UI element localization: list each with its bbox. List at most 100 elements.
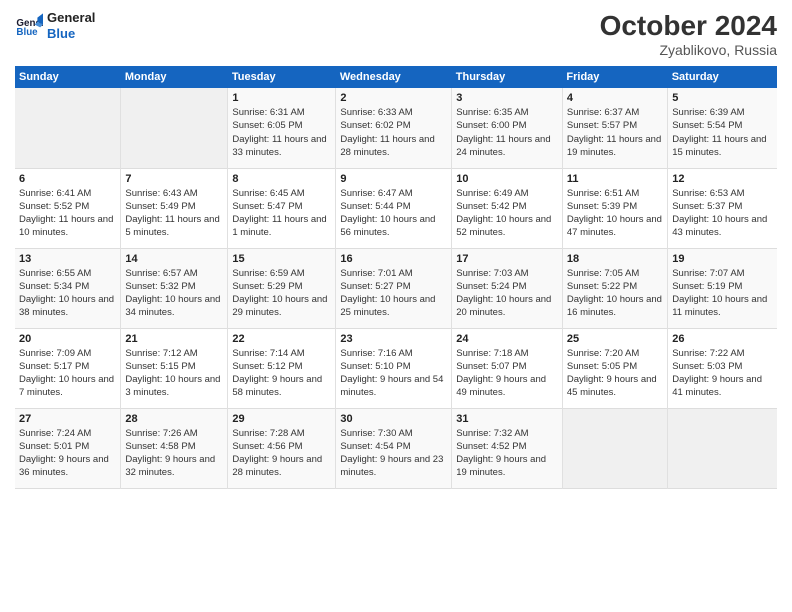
sunset-info: Sunset: 5:12 PM xyxy=(232,360,331,373)
day-info: Sunrise: 6:31 AM Sunset: 6:05 PM Dayligh… xyxy=(232,106,331,159)
calendar-cell: 12 Sunrise: 6:53 AM Sunset: 5:37 PM Dayl… xyxy=(668,168,777,248)
sunrise-info: Sunrise: 7:28 AM xyxy=(232,427,331,440)
day-info: Sunrise: 6:59 AM Sunset: 5:29 PM Dayligh… xyxy=(232,267,331,320)
calendar-cell: 14 Sunrise: 6:57 AM Sunset: 5:32 PM Dayl… xyxy=(121,248,228,328)
day-info: Sunrise: 6:55 AM Sunset: 5:34 PM Dayligh… xyxy=(19,267,116,320)
day-info: Sunrise: 6:35 AM Sunset: 6:00 PM Dayligh… xyxy=(456,106,558,159)
sunrise-info: Sunrise: 6:47 AM xyxy=(340,187,447,200)
day-info: Sunrise: 7:12 AM Sunset: 5:15 PM Dayligh… xyxy=(125,347,223,400)
calendar-cell: 21 Sunrise: 7:12 AM Sunset: 5:15 PM Dayl… xyxy=(121,328,228,408)
calendar-cell: 28 Sunrise: 7:26 AM Sunset: 4:58 PM Dayl… xyxy=(121,408,228,488)
day-info: Sunrise: 7:28 AM Sunset: 4:56 PM Dayligh… xyxy=(232,427,331,480)
sunrise-info: Sunrise: 7:01 AM xyxy=(340,267,447,280)
daylight-info: Daylight: 11 hours and 28 minutes. xyxy=(340,133,447,160)
sunrise-info: Sunrise: 6:51 AM xyxy=(567,187,663,200)
daylight-info: Daylight: 10 hours and 38 minutes. xyxy=(19,293,116,320)
day-info: Sunrise: 6:49 AM Sunset: 5:42 PM Dayligh… xyxy=(456,187,558,240)
sunrise-info: Sunrise: 7:22 AM xyxy=(672,347,773,360)
sunrise-info: Sunrise: 7:32 AM xyxy=(456,427,558,440)
calendar-cell: 2 Sunrise: 6:33 AM Sunset: 6:02 PM Dayli… xyxy=(336,88,452,168)
calendar-cell: 15 Sunrise: 6:59 AM Sunset: 5:29 PM Dayl… xyxy=(228,248,336,328)
day-info: Sunrise: 7:16 AM Sunset: 5:10 PM Dayligh… xyxy=(340,347,447,400)
daylight-info: Daylight: 10 hours and 34 minutes. xyxy=(125,293,223,320)
calendar-cell: 29 Sunrise: 7:28 AM Sunset: 4:56 PM Dayl… xyxy=(228,408,336,488)
daylight-info: Daylight: 10 hours and 7 minutes. xyxy=(19,373,116,400)
weekday-header: Wednesday xyxy=(336,66,452,88)
sunset-info: Sunset: 5:17 PM xyxy=(19,360,116,373)
daylight-info: Daylight: 10 hours and 11 minutes. xyxy=(672,293,773,320)
sunset-info: Sunset: 5:44 PM xyxy=(340,200,447,213)
day-info: Sunrise: 7:22 AM Sunset: 5:03 PM Dayligh… xyxy=(672,347,773,400)
sunrise-info: Sunrise: 6:37 AM xyxy=(567,106,663,119)
weekday-header: Monday xyxy=(121,66,228,88)
day-number: 20 xyxy=(19,333,116,345)
day-number: 14 xyxy=(125,253,223,265)
sunrise-info: Sunrise: 7:18 AM xyxy=(456,347,558,360)
day-info: Sunrise: 7:18 AM Sunset: 5:07 PM Dayligh… xyxy=(456,347,558,400)
calendar-cell: 3 Sunrise: 6:35 AM Sunset: 6:00 PM Dayli… xyxy=(452,88,563,168)
sunset-info: Sunset: 5:10 PM xyxy=(340,360,447,373)
calendar-cell: 23 Sunrise: 7:16 AM Sunset: 5:10 PM Dayl… xyxy=(336,328,452,408)
sunset-info: Sunset: 5:07 PM xyxy=(456,360,558,373)
weekday-header: Tuesday xyxy=(228,66,336,88)
sunrise-info: Sunrise: 7:05 AM xyxy=(567,267,663,280)
day-number: 24 xyxy=(456,333,558,345)
day-number: 17 xyxy=(456,253,558,265)
calendar-cell: 31 Sunrise: 7:32 AM Sunset: 4:52 PM Dayl… xyxy=(452,408,563,488)
sunset-info: Sunset: 5:01 PM xyxy=(19,440,116,453)
day-info: Sunrise: 6:47 AM Sunset: 5:44 PM Dayligh… xyxy=(340,187,447,240)
day-info: Sunrise: 6:39 AM Sunset: 5:54 PM Dayligh… xyxy=(672,106,773,159)
logo-line2: Blue xyxy=(47,26,95,42)
day-info: Sunrise: 6:37 AM Sunset: 5:57 PM Dayligh… xyxy=(567,106,663,159)
sunset-info: Sunset: 5:19 PM xyxy=(672,280,773,293)
day-info: Sunrise: 6:41 AM Sunset: 5:52 PM Dayligh… xyxy=(19,187,116,240)
month-title: October 2024 xyxy=(600,10,777,42)
sunset-info: Sunset: 5:05 PM xyxy=(567,360,663,373)
sunset-info: Sunset: 4:56 PM xyxy=(232,440,331,453)
daylight-info: Daylight: 11 hours and 33 minutes. xyxy=(232,133,331,160)
day-info: Sunrise: 7:26 AM Sunset: 4:58 PM Dayligh… xyxy=(125,427,223,480)
calendar-cell: 25 Sunrise: 7:20 AM Sunset: 5:05 PM Dayl… xyxy=(562,328,667,408)
day-number: 16 xyxy=(340,253,447,265)
daylight-info: Daylight: 11 hours and 24 minutes. xyxy=(456,133,558,160)
sunset-info: Sunset: 5:52 PM xyxy=(19,200,116,213)
header-row: SundayMondayTuesdayWednesdayThursdayFrid… xyxy=(15,66,777,88)
day-info: Sunrise: 6:53 AM Sunset: 5:37 PM Dayligh… xyxy=(672,187,773,240)
sunset-info: Sunset: 5:03 PM xyxy=(672,360,773,373)
sunrise-info: Sunrise: 6:39 AM xyxy=(672,106,773,119)
calendar-cell: 30 Sunrise: 7:30 AM Sunset: 4:54 PM Dayl… xyxy=(336,408,452,488)
sunrise-info: Sunrise: 6:35 AM xyxy=(456,106,558,119)
sunrise-info: Sunrise: 6:53 AM xyxy=(672,187,773,200)
day-number: 8 xyxy=(232,173,331,185)
sunset-info: Sunset: 5:39 PM xyxy=(567,200,663,213)
day-number: 7 xyxy=(125,173,223,185)
weekday-header: Friday xyxy=(562,66,667,88)
calendar-cell: 9 Sunrise: 6:47 AM Sunset: 5:44 PM Dayli… xyxy=(336,168,452,248)
sunrise-info: Sunrise: 7:12 AM xyxy=(125,347,223,360)
sunrise-info: Sunrise: 7:24 AM xyxy=(19,427,116,440)
day-number: 21 xyxy=(125,333,223,345)
day-number: 9 xyxy=(340,173,447,185)
day-info: Sunrise: 7:03 AM Sunset: 5:24 PM Dayligh… xyxy=(456,267,558,320)
daylight-info: Daylight: 11 hours and 1 minute. xyxy=(232,213,331,240)
weekday-header: Sunday xyxy=(15,66,121,88)
calendar-cell: 1 Sunrise: 6:31 AM Sunset: 6:05 PM Dayli… xyxy=(228,88,336,168)
daylight-info: Daylight: 9 hours and 32 minutes. xyxy=(125,453,223,480)
sunset-info: Sunset: 5:32 PM xyxy=(125,280,223,293)
daylight-info: Daylight: 11 hours and 15 minutes. xyxy=(672,133,773,160)
daylight-info: Daylight: 9 hours and 49 minutes. xyxy=(456,373,558,400)
day-number: 12 xyxy=(672,173,773,185)
calendar-cell: 27 Sunrise: 7:24 AM Sunset: 5:01 PM Dayl… xyxy=(15,408,121,488)
daylight-info: Daylight: 10 hours and 29 minutes. xyxy=(232,293,331,320)
day-info: Sunrise: 6:33 AM Sunset: 6:02 PM Dayligh… xyxy=(340,106,447,159)
day-number: 19 xyxy=(672,253,773,265)
daylight-info: Daylight: 9 hours and 41 minutes. xyxy=(672,373,773,400)
sunrise-info: Sunrise: 6:57 AM xyxy=(125,267,223,280)
page-container: General Blue General Blue October 2024 Z… xyxy=(0,0,792,499)
svg-text:Blue: Blue xyxy=(16,27,38,38)
sunset-info: Sunset: 6:00 PM xyxy=(456,119,558,132)
day-info: Sunrise: 7:20 AM Sunset: 5:05 PM Dayligh… xyxy=(567,347,663,400)
calendar-header: SundayMondayTuesdayWednesdayThursdayFrid… xyxy=(15,66,777,88)
sunrise-info: Sunrise: 7:26 AM xyxy=(125,427,223,440)
sunrise-info: Sunrise: 6:43 AM xyxy=(125,187,223,200)
